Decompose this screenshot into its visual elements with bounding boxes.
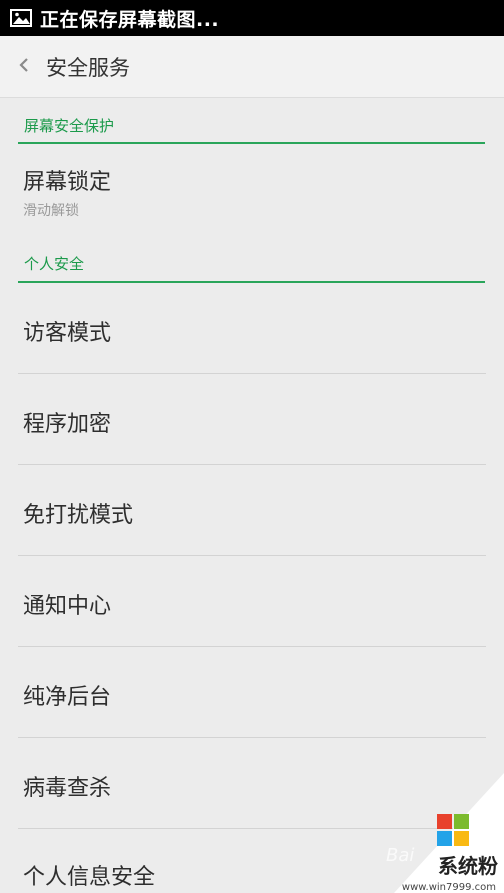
- list-item-title: 屏幕锁定: [23, 170, 112, 195]
- list-item-subtitle: 滑动解锁: [23, 203, 79, 219]
- list-item-title: 个人信息安全: [23, 865, 156, 890]
- list-item-app-lock[interactable]: 程序加密: [18, 374, 486, 465]
- section-title: 个人安全: [24, 255, 85, 273]
- back-button[interactable]: [4, 36, 44, 98]
- list-item-notification-center[interactable]: 通知中心: [18, 556, 486, 647]
- list-item-title: 通知中心: [23, 594, 112, 619]
- list-item-title: 访客模式: [23, 321, 112, 346]
- chevron-left-icon: [18, 57, 30, 76]
- list-item-screen-lock[interactable]: 屏幕锁定 滑动解锁: [18, 146, 486, 230]
- image-icon: [10, 9, 32, 27]
- list-item-do-not-disturb[interactable]: 免打扰模式: [18, 465, 486, 556]
- list-item-title: 纯净后台: [23, 685, 112, 710]
- list-item-title: 免打扰模式: [23, 503, 134, 528]
- list-item-title: 病毒查杀: [23, 776, 112, 801]
- page-title: 安全服务: [46, 55, 130, 80]
- list-item-virus-scan[interactable]: 病毒查杀: [18, 738, 486, 829]
- section-title: 屏幕安全保护: [24, 117, 115, 135]
- list-item-title: 程序加密: [23, 412, 112, 437]
- list-item-guest-mode[interactable]: 访客模式: [18, 283, 486, 374]
- section-header-screen-security: 屏幕安全保护: [18, 112, 485, 144]
- list-item-clean-background[interactable]: 纯净后台: [18, 647, 486, 738]
- app-header: 安全服务: [0, 36, 504, 98]
- baidu-watermark: Bai: [386, 845, 415, 866]
- status-bar: 正在保存屏幕截图...: [0, 0, 504, 36]
- status-text: 正在保存屏幕截图...: [40, 8, 220, 31]
- list-item-personal-info-security[interactable]: 个人信息安全: [18, 829, 486, 893]
- section-header-personal-security: 个人安全: [18, 250, 485, 283]
